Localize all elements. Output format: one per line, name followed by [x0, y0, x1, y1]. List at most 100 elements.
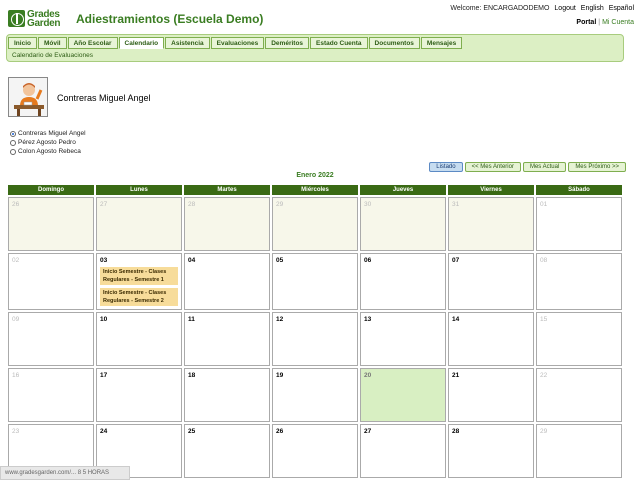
day-number: 20 — [364, 372, 372, 379]
day-number: 11 — [188, 316, 195, 323]
next-month-button[interactable]: Mes Próximo >> — [568, 162, 626, 172]
globe-logo-icon — [8, 10, 25, 27]
calendar-day-cell[interactable]: 03 Inicio Semestre - Clases Regulares - S… — [96, 253, 182, 310]
calendar-week-row: 02 03 Inicio Semestre - Clases Regulares -… — [8, 253, 622, 310]
calendar-day-cell[interactable]: 02 — [8, 253, 94, 310]
tab-calendario[interactable]: Calendario — [118, 37, 165, 49]
day-number: 16 — [12, 372, 20, 379]
calendar-day-cell[interactable]: 17 — [96, 368, 182, 422]
day-number: 21 — [452, 372, 460, 379]
calendar-event[interactable]: Inicio Semestre - Clases Regulares - Sem… — [100, 288, 178, 306]
calendar-day-cell[interactable]: 14 — [448, 312, 534, 366]
list-view-button[interactable]: Listado — [429, 162, 463, 172]
calendar-day-cell[interactable]: 27 — [96, 197, 182, 251]
student-radio[interactable] — [10, 139, 16, 146]
calendar-week-row: 16 17 18 19 20 21 22 — [8, 368, 622, 422]
calendar-day-cell[interactable]: 28 — [448, 424, 534, 478]
tab-dem-ritos[interactable]: Deméritos — [265, 37, 310, 49]
calendar-day-cell[interactable]: 08 — [536, 253, 622, 310]
calendar-day-cell[interactable]: 05 — [272, 253, 358, 310]
day-number: 03 — [100, 257, 108, 264]
calendar-day-cell[interactable]: 31 — [448, 197, 534, 251]
language-spanish-link[interactable]: Español — [609, 5, 634, 12]
calendar-day-cell[interactable]: 01 — [536, 197, 622, 251]
student-option[interactable]: Contreras Miguel Angel — [10, 129, 86, 138]
day-number: 04 — [188, 257, 196, 264]
day-number: 29 — [276, 201, 284, 208]
calendar-day-cell[interactable]: 19 — [272, 368, 358, 422]
calendar-event[interactable]: Inicio Semestre - Clases Regulares - Sem… — [100, 267, 178, 285]
calendar-day-cell[interactable]: 15 — [536, 312, 622, 366]
calendar-day-cell[interactable]: 25 — [184, 424, 270, 478]
calendar-day-cell[interactable]: 29 — [272, 197, 358, 251]
calendar-day-cell[interactable]: 18 — [184, 368, 270, 422]
my-account-link[interactable]: Mi Cuenta — [602, 19, 634, 26]
calendar-day-cell[interactable]: 04 — [184, 253, 270, 310]
main-navigation: Inicio Móvil Año Escolar Calendario Asistenc… — [6, 34, 624, 62]
day-number: 15 — [540, 316, 548, 323]
portal-link[interactable]: Portal — [576, 19, 596, 26]
day-number: 25 — [188, 428, 196, 435]
day-number: 24 — [100, 428, 108, 435]
tab-estado-cuenta[interactable]: Estado Cuenta — [310, 37, 368, 49]
calendar-day-cell[interactable]: 26 — [272, 424, 358, 478]
app-title: Adiestramientos (Escuela Demo) — [76, 12, 264, 26]
day-number: 26 — [276, 428, 284, 435]
browser-status-bar: www.gradesgarden.com/... 8 5 HORAS — [0, 466, 130, 480]
student-radio[interactable] — [10, 148, 16, 155]
weekday-header: Lunes — [96, 185, 182, 195]
weekday-header: Jueves — [360, 185, 446, 195]
tab-m-vil[interactable]: Móvil — [37, 37, 67, 49]
tab-a-o-escolar[interactable]: Año Escolar — [67, 37, 118, 49]
student-avatar — [8, 77, 48, 117]
portal-links: Portal | Mi Cuenta — [576, 19, 634, 26]
student-option-label: Contreras Miguel Angel — [18, 130, 86, 137]
day-number: 05 — [276, 257, 284, 264]
calendar-grid: Domingo Lunes Martes Miércoles Jueves Viernes… — [6, 183, 624, 480]
calendar-day-cell[interactable]: 12 — [272, 312, 358, 366]
calendar-day-cell[interactable]: 13 — [360, 312, 446, 366]
language-english-link[interactable]: English — [581, 5, 604, 12]
day-number: 28 — [452, 428, 460, 435]
calendar-day-cell[interactable]: 07 — [448, 253, 534, 310]
tab-inicio[interactable]: Inicio — [8, 37, 37, 49]
day-number: 13 — [364, 316, 372, 323]
calendar-day-cell[interactable]: 11 — [184, 312, 270, 366]
calendar-day-cell[interactable]: 30 — [360, 197, 446, 251]
grades-garden-logo[interactable]: Grades Garden — [8, 8, 64, 30]
weekday-header: Miércoles — [272, 185, 358, 195]
current-month-button[interactable]: Mes Actual — [522, 162, 567, 172]
tab-asistencia[interactable]: Asistencia — [165, 37, 210, 49]
student-selector: Contreras Miguel Angel Pérez Agosto Pedro… — [10, 129, 86, 156]
tab-mensajes[interactable]: Mensajes — [420, 37, 463, 49]
logo-text-line2: Garden — [27, 18, 61, 29]
day-number: 31 — [452, 201, 460, 208]
calendar-day-cell[interactable]: 29 — [536, 424, 622, 478]
day-number: 27 — [100, 201, 108, 208]
calendar-day-cell[interactable]: 20 — [360, 368, 446, 422]
day-number: 08 — [540, 257, 548, 264]
calendar-day-cell[interactable]: 28 — [184, 197, 270, 251]
calendar-day-cell[interactable]: 27 — [360, 424, 446, 478]
previous-month-button[interactable]: << Mes Anterior — [464, 162, 521, 172]
calendar-day-cell[interactable]: 16 — [8, 368, 94, 422]
weekday-header: Martes — [184, 185, 270, 195]
student-option[interactable]: Colon Agosto Rebeca — [10, 147, 86, 156]
calendar-day-cell[interactable]: 09 — [8, 312, 94, 366]
day-number: 10 — [100, 316, 108, 323]
calendar-day-cell[interactable]: 26 — [8, 197, 94, 251]
calendar-day-cell[interactable]: 10 — [96, 312, 182, 366]
tab-documentos[interactable]: Documentos — [368, 37, 420, 49]
day-number: 26 — [12, 201, 20, 208]
calendar-day-cell[interactable]: 22 — [536, 368, 622, 422]
student-radio[interactable] — [10, 130, 16, 137]
day-number: 01 — [540, 201, 548, 208]
student-option[interactable]: Pérez Agosto Pedro — [10, 138, 86, 147]
welcome-text: Welcome: ENCARGADODEMO — [450, 5, 550, 12]
day-number: 22 — [540, 372, 548, 379]
subnav-calendar-evaluations[interactable]: Calendario de Evaluaciones — [12, 52, 93, 59]
tab-evaluaciones[interactable]: Evaluaciones — [210, 37, 265, 49]
calendar-day-cell[interactable]: 06 — [360, 253, 446, 310]
calendar-day-cell[interactable]: 21 — [448, 368, 534, 422]
logout-link[interactable]: Logout — [554, 5, 575, 12]
